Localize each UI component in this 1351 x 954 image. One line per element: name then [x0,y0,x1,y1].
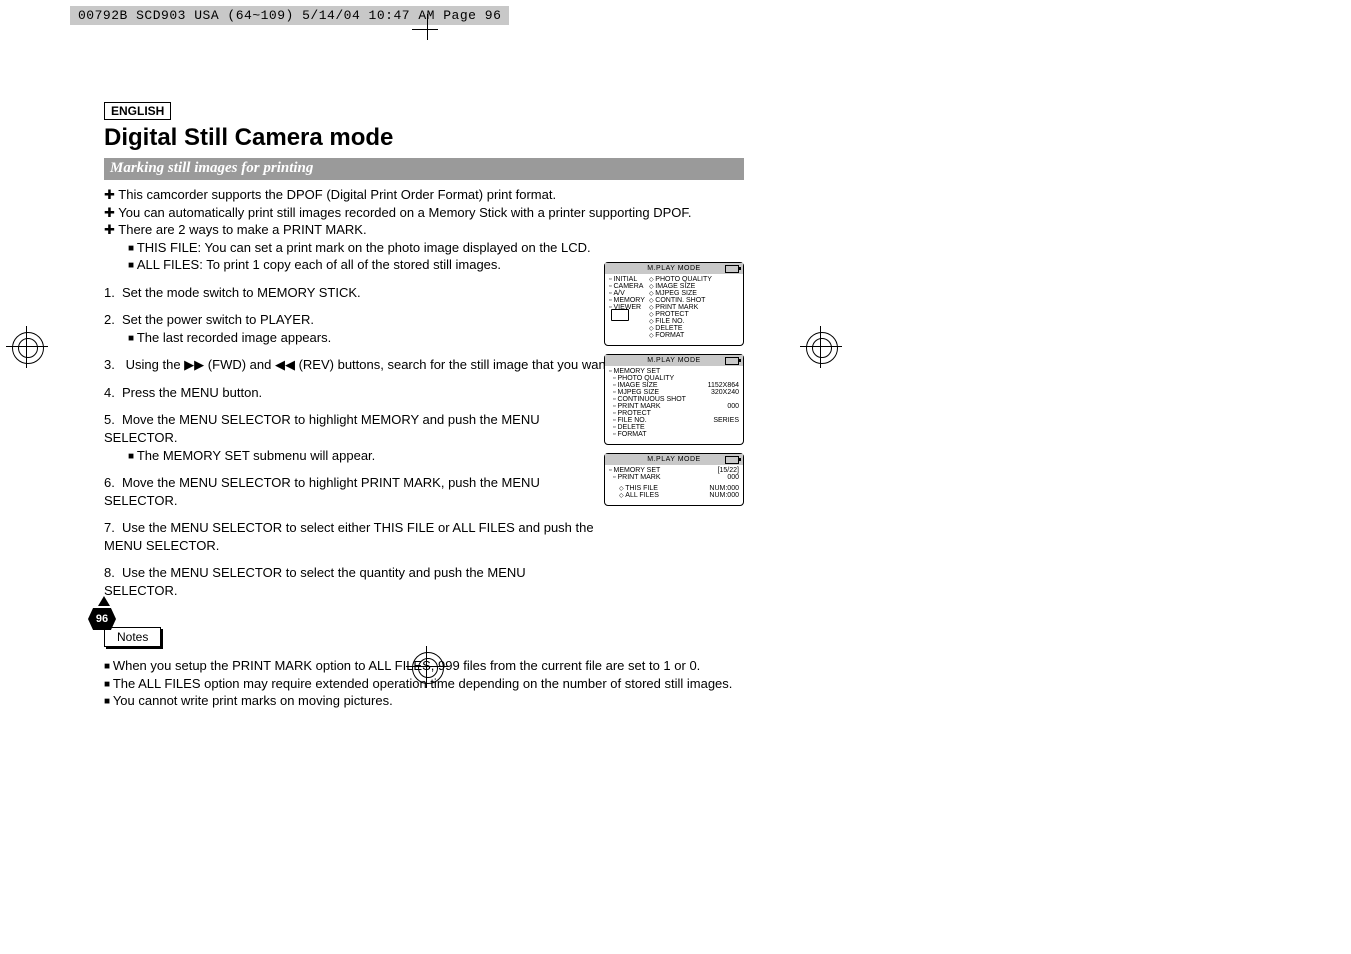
submenu-item: PROTECT [613,410,651,417]
lcd-screens: M.PLAY MODE INITIAL CAMERA A/V MEMORY VI… [604,262,744,514]
menu-right-item: IMAGE SIZE [649,283,739,290]
fast-forward-icon: ▶▶ [184,357,204,372]
menu-left-item: A/V [609,290,645,297]
submenu-value: 320X240 [711,389,739,396]
step-text: Use the MENU SELECTOR to select either T… [104,520,594,553]
submenu-item: MJPEG SIZE [613,389,659,396]
note-line: When you setup the PRINT MARK option to … [104,657,744,675]
lcd-screen-1: M.PLAY MODE INITIAL CAMERA A/V MEMORY VI… [604,262,744,346]
lcd-header-text: M.PLAY MODE [647,265,700,272]
submenu-item: IMAGE SIZE [613,382,658,389]
menu-left-item: MEMORY [609,297,645,304]
registration-mark-icon [6,326,48,368]
step-item: 8.Use the MENU SELECTOR to select the qu… [104,564,594,599]
step-text: Set the mode switch to MEMORY STICK. [122,285,361,300]
intro-subline: THIS FILE: You can set a print mark on t… [128,239,744,257]
intro-line: You can automatically print still images… [104,204,744,222]
battery-icon [725,265,739,273]
submenu-item: PHOTO QUALITY [613,375,674,382]
option-value: NUM:000 [709,485,739,492]
language-label: ENGLISH [104,102,171,120]
step-text: Move the MENU SELECTOR to highlight PRIN… [104,475,540,508]
rewind-icon: ◀◀ [275,357,295,372]
lcd-screen-2: M.PLAY MODE MEMORY SET PHOTO QUALITY IMA… [604,354,744,445]
lcd-header-text: M.PLAY MODE [647,357,700,364]
battery-icon [725,456,739,464]
option-value: NUM:000 [709,492,739,499]
section-heading: Marking still images for printing [104,158,744,180]
submenu-item: FORMAT [613,431,647,438]
intro-line: There are 2 ways to make a PRINT MARK. [104,221,744,239]
menu-left-item: INITIAL [609,276,645,283]
page-number-badge: 96 [88,608,116,630]
submenu-value: SERIES [713,417,739,424]
option-all-files: ALL FILES [619,492,659,499]
step-text: Set the power switch to PLAYER. [122,312,314,327]
menu-right-item: PHOTO QUALITY [649,276,739,283]
menu-right-item: MJPEG SIZE [649,290,739,297]
submenu-title: MEMORY SET [609,467,660,474]
intro-line: This camcorder supports the DPOF (Digita… [104,186,744,204]
notes-label-box: Notes [104,627,161,647]
page: 00792B SCD903 USA (64~109) 5/14/04 10:47… [0,0,1351,954]
print-job-header: 00792B SCD903 USA (64~109) 5/14/04 10:47… [70,6,509,25]
step-text: Press the MENU button. [122,385,262,400]
submenu-item: PRINT MARK [613,403,661,410]
triangle-marker-icon [98,596,110,606]
submenu-item: DELETE [613,424,645,431]
step-subtext: The MEMORY SET submenu will appear. [128,447,594,465]
lcd-header: M.PLAY MODE [605,454,743,465]
camcorder-icon [611,309,629,321]
submenu-title: MEMORY SET [609,368,739,375]
menu-right-item: PROTECT [649,311,739,318]
menu-right-item: FILE NO. [649,318,739,325]
lcd-header-text: M.PLAY MODE [647,456,700,463]
menu-right-item: CONTIN. SHOT [649,297,739,304]
intro-block: This camcorder supports the DPOF (Digita… [104,186,744,274]
print-mark-label: PRINT MARK [609,474,661,481]
note-line: The ALL FILES option may require extende… [104,675,744,693]
step-text: Use the MENU SELECTOR to select the quan… [104,565,526,598]
step-item: 6.Move the MENU SELECTOR to highlight PR… [104,474,594,509]
battery-icon [725,357,739,365]
lcd-header: M.PLAY MODE [605,263,743,274]
crop-mark-icon [418,20,438,40]
lcd-screen-3: M.PLAY MODE MEMORY SET [15/22] PRINT MAR… [604,453,744,506]
file-counter: [15/22] [718,467,739,474]
menu-right-item: FORMAT [649,332,739,339]
submenu-value: 000 [727,403,739,410]
registration-mark-icon [800,326,842,368]
submenu-item: CONTINUOUS SHOT [613,396,686,403]
menu-left-item: CAMERA [609,283,645,290]
step-item: 5.Move the MENU SELECTOR to highlight ME… [104,411,594,464]
note-line: You cannot write print marks on moving p… [104,692,744,710]
print-mark-count: 000 [727,474,739,481]
lcd-header: M.PLAY MODE [605,355,743,366]
step-text: Move the MENU SELECTOR to highlight MEMO… [104,412,540,445]
step-text-part: (FWD) and [208,357,275,372]
menu-right-item: DELETE [649,325,739,332]
submenu-value: 1152X864 [708,382,739,389]
notes-block: When you setup the PRINT MARK option to … [104,657,744,710]
step-text-part: Using the [126,357,185,372]
option-this-file: THIS FILE [619,485,658,492]
step-item: 7.Use the MENU SELECTOR to select either… [104,519,594,554]
submenu-item: FILE NO. [613,417,647,424]
page-title: Digital Still Camera mode [104,124,744,152]
menu-right-item: PRINT MARK [649,304,739,311]
